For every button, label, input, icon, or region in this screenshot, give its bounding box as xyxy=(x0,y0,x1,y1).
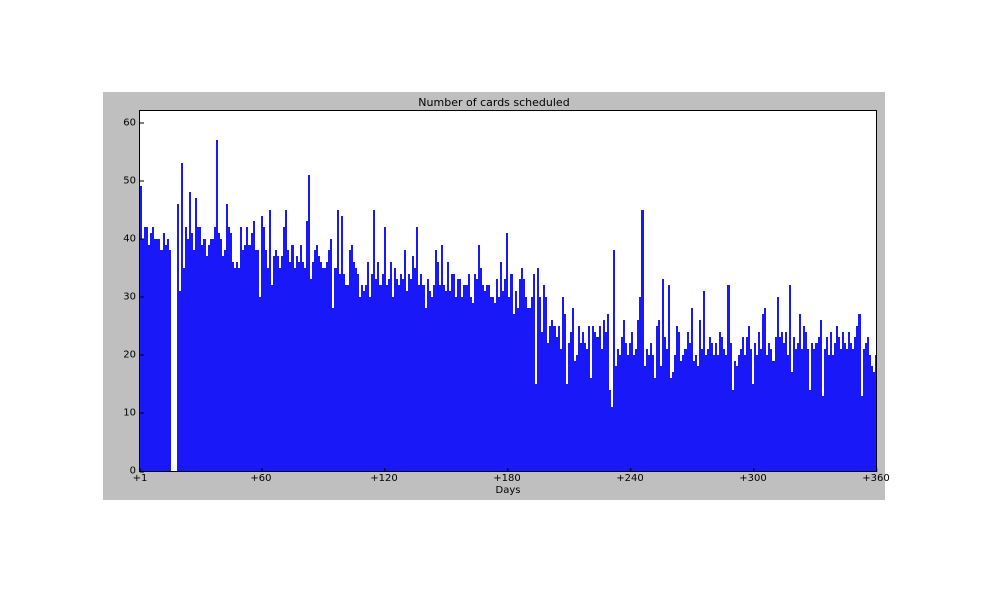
chart-xtick: +1 xyxy=(133,471,148,484)
chart-axes: Days 0102030405060+1+60+120+180+240+300+… xyxy=(139,110,877,472)
chart-xtick: +300 xyxy=(739,471,766,484)
chart-title: Number of cards scheduled xyxy=(103,96,885,109)
chart-ytick: 40 xyxy=(123,233,140,244)
chart-bar xyxy=(875,355,876,471)
chart-ytick: 30 xyxy=(123,291,140,302)
chart-xtick: +360 xyxy=(862,471,889,484)
chart-ytick: 60 xyxy=(123,117,140,128)
chart-xlabel: Days xyxy=(140,485,876,496)
chart-figure: Number of cards scheduled Days 010203040… xyxy=(103,92,885,500)
chart-bars xyxy=(140,111,876,471)
chart-bar xyxy=(169,250,171,471)
chart-xtick: +60 xyxy=(250,471,271,484)
chart-xtick: +120 xyxy=(370,471,397,484)
chart-ytick: 20 xyxy=(123,349,140,360)
chart-ytick: 50 xyxy=(123,175,140,186)
chart-xtick: +240 xyxy=(616,471,643,484)
chart-xtick: +180 xyxy=(493,471,520,484)
chart-ytick: 10 xyxy=(123,407,140,418)
chart-plot-area xyxy=(140,111,876,471)
